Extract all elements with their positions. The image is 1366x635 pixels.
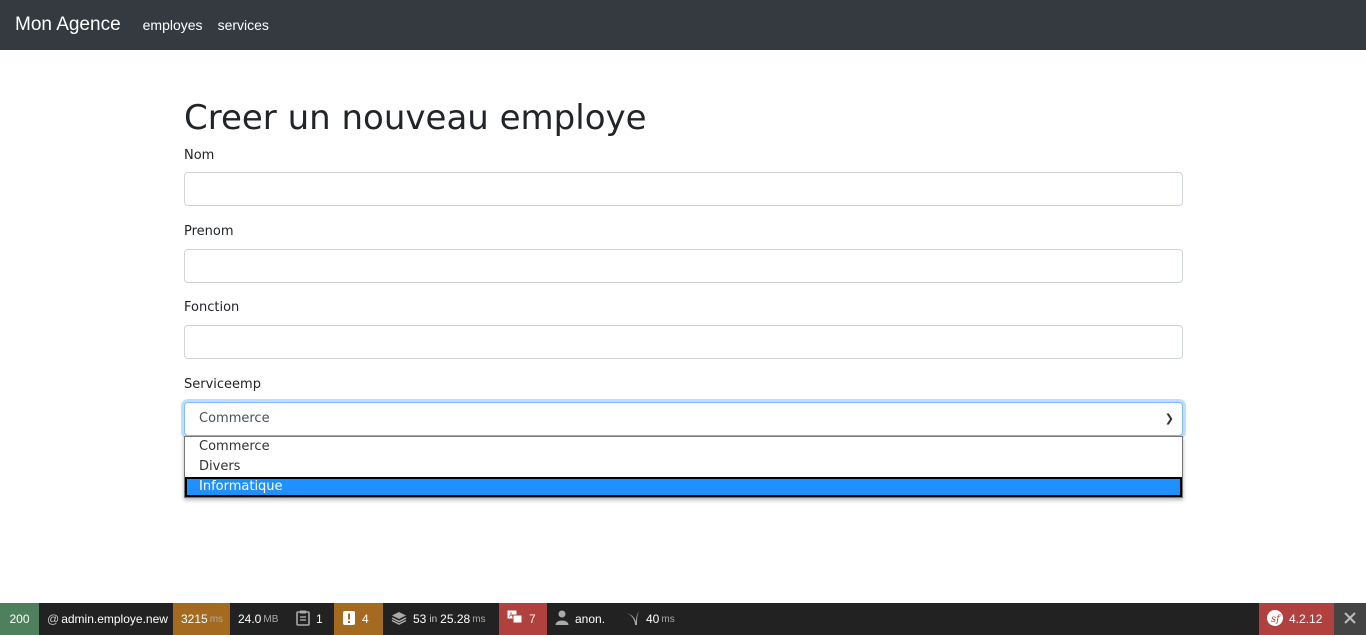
logs-panel[interactable]: 4 bbox=[334, 603, 383, 635]
twig-panel[interactable]: 40 ms bbox=[618, 603, 688, 635]
main-content: Creer un nouveau employe Nom Prenom Fonc… bbox=[184, 96, 1183, 498]
time-unit: ms bbox=[209, 613, 224, 625]
nav-link-services[interactable]: services bbox=[218, 17, 269, 33]
brand-link[interactable]: Mon Agence bbox=[15, 14, 121, 36]
logs-count: 4 bbox=[362, 612, 369, 626]
clipboard-icon bbox=[296, 610, 310, 629]
db-unit: ms bbox=[472, 613, 486, 625]
prenom-label: Prenom bbox=[184, 224, 234, 239]
navbar: Mon Agence employes services bbox=[0, 0, 1366, 50]
forms-count: 1 bbox=[316, 612, 323, 626]
service-selected-value: Commerce bbox=[199, 411, 270, 426]
database-layers-icon bbox=[391, 611, 407, 628]
translation-count: 7 bbox=[529, 612, 536, 626]
version-panel[interactable]: sf 4.2.12 bbox=[1259, 603, 1334, 635]
debug-toolbar: 200 @ admin.employe.new 3215 ms 24.0 MB … bbox=[0, 603, 1366, 635]
chevron-down-icon: ❯ bbox=[1164, 412, 1174, 425]
forms-panel[interactable]: 1 bbox=[288, 603, 334, 635]
nom-input[interactable] bbox=[184, 172, 1183, 206]
nav-link-employes[interactable]: employes bbox=[143, 17, 203, 33]
status-code-badge[interactable]: 200 bbox=[0, 603, 39, 635]
security-panel[interactable]: anon. bbox=[547, 603, 618, 635]
service-dropdown-list: Commerce Divers Informatique bbox=[184, 436, 1183, 498]
alert-icon bbox=[342, 610, 356, 629]
status-code: 200 bbox=[9, 612, 30, 626]
close-toolbar-button[interactable] bbox=[1334, 603, 1366, 635]
twig-unit: ms bbox=[661, 613, 675, 625]
database-panel[interactable]: 53 in 25.28 ms bbox=[383, 603, 499, 635]
db-time: 25.28 bbox=[440, 612, 471, 626]
db-in: in bbox=[429, 613, 438, 625]
fonction-label: Fonction bbox=[184, 300, 240, 315]
symfony-logo-icon: sf bbox=[1267, 609, 1283, 629]
translation-icon: A bbox=[507, 610, 523, 628]
time-panel[interactable]: 3215 ms bbox=[173, 603, 230, 635]
time-value: 3215 bbox=[181, 612, 208, 626]
at-icon: @ bbox=[47, 612, 60, 626]
fonction-input[interactable] bbox=[184, 325, 1183, 359]
symfony-version: 4.2.12 bbox=[1289, 612, 1323, 626]
translation-panel[interactable]: A 7 bbox=[499, 603, 547, 635]
close-icon bbox=[1343, 611, 1357, 628]
twig-icon bbox=[626, 610, 640, 629]
route-name: admin.employe.new bbox=[61, 612, 168, 626]
service-option[interactable]: Commerce bbox=[185, 437, 1182, 457]
memory-value: 24.0 bbox=[238, 612, 262, 626]
service-option[interactable]: Divers bbox=[185, 457, 1182, 477]
prenom-input[interactable] bbox=[184, 249, 1183, 283]
nom-label: Nom bbox=[184, 148, 215, 163]
service-option-highlighted[interactable]: Informatique bbox=[185, 477, 1182, 497]
memory-panel[interactable]: 24.0 MB bbox=[230, 603, 288, 635]
user-name: anon. bbox=[575, 612, 606, 626]
service-label: Serviceemp bbox=[184, 377, 261, 392]
user-icon bbox=[555, 610, 569, 628]
twig-time: 40 bbox=[646, 612, 660, 626]
page-title: Creer un nouveau employe bbox=[184, 98, 647, 138]
db-queries: 53 bbox=[413, 612, 427, 626]
service-select[interactable]: Commerce ❯ bbox=[184, 402, 1183, 436]
route-panel[interactable]: @ admin.employe.new bbox=[39, 603, 173, 635]
memory-unit: MB bbox=[263, 613, 279, 625]
